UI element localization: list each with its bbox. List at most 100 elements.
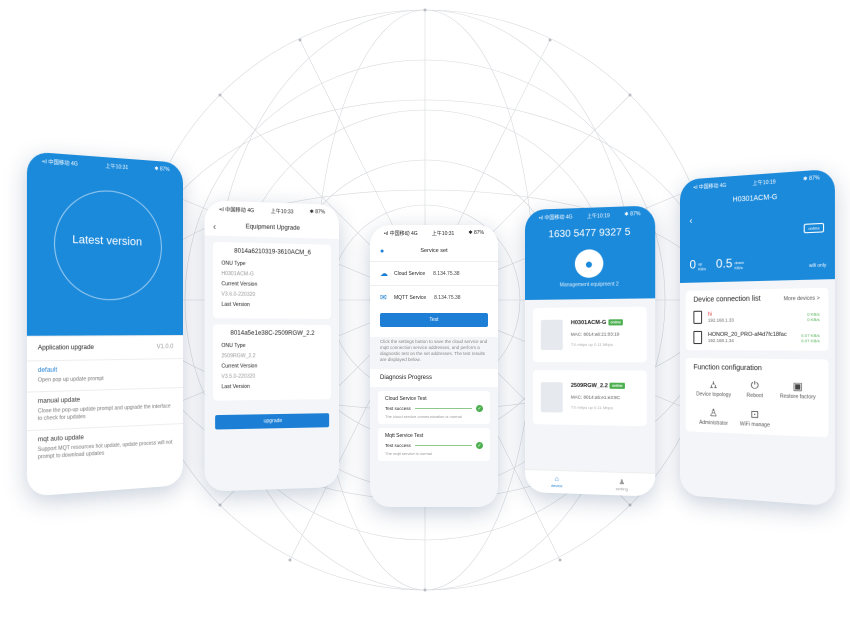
unit-bottom: KB/s [698, 266, 706, 271]
wifi-manage-icon: ⊡ [751, 409, 760, 422]
function-label: Restore factory [780, 393, 816, 400]
application-upgrade-row[interactable]: Application upgrade V1.0.0 [27, 335, 183, 360]
test-button[interactable]: Test [380, 313, 488, 327]
client-ip: 192.168.1.33 [708, 318, 734, 323]
connection-title: Device connection list [693, 295, 760, 303]
device-name: 2509RGW_2.2 [571, 383, 608, 389]
more-devices-link[interactable]: More devices > [784, 295, 820, 302]
tab-label: device [551, 483, 563, 488]
back-icon[interactable]: ‹ [213, 221, 216, 231]
status-carrier: •ıl 中国移动 4G [42, 157, 78, 167]
user-icon[interactable]: ● [380, 248, 384, 255]
account-header: •ıl 中国移动 4G 上午10:19 ✱ 87% 1630 5477 9327… [525, 205, 655, 300]
service-ip: 8.134.75.38 [434, 295, 460, 301]
rate-down: 0.07 KB/s [801, 338, 820, 343]
cloud-icon: ☁ [380, 269, 394, 278]
application-upgrade-label: Application upgrade [38, 345, 94, 352]
phone-device-detail: •ıl 中国移动 4G 上午10:19 ✱ 87% H0301ACM-G ‹ o… [680, 169, 835, 507]
status-time: 上午10:19 [587, 212, 610, 220]
check-icon: ✓ [476, 442, 483, 449]
onu-type-label: ONU Type [221, 343, 323, 349]
device-name: 8014a5e1e38C-2509RGW_2.2 [221, 331, 323, 337]
page-title: Equipment Upgrade [246, 224, 300, 232]
rate-down: 0 KB/s [807, 316, 820, 321]
device-mac: MAC: 8014:a6:21:03:19 [571, 332, 619, 337]
option-title: default [38, 365, 174, 374]
unit-bottom: KB/s [734, 265, 742, 270]
person-icon: ♟ [619, 477, 625, 485]
phone-icon [693, 331, 702, 344]
onu-type-label: ONU Type [221, 261, 323, 269]
status-time: 上午10:19 [753, 178, 776, 187]
device-mac: MAC: 8014:a5:e1:e3:8C [571, 394, 620, 400]
status-battery: ✱ 87% [468, 230, 484, 236]
status-battery: ✱ 87% [154, 166, 169, 173]
onu-type-value: 2509RGW_2.2 [221, 353, 323, 359]
admin-icon: ♙ [709, 408, 718, 420]
mail-icon: ✉ [380, 293, 394, 302]
function-reboot[interactable]: ⏻ Reboot [734, 380, 776, 400]
client-row[interactable]: hi 192.168.1.33 0 KB/s 0 KB/s [693, 309, 819, 324]
function-label: Device topology [696, 391, 731, 398]
function-administrator[interactable]: ♙ Administrator [693, 407, 734, 427]
current-version-label: Current Version [221, 363, 323, 370]
phone-device-list: •ıl 中国移动 4G 上午10:19 ✱ 87% 1630 5477 9327… [525, 205, 655, 496]
current-version-value: V3.5.0-220320 [221, 373, 323, 380]
status-time: 上午10:33 [271, 207, 294, 215]
device-card: 8014a6210319-3610ACM_6 ONU Type H0301ACM… [213, 242, 331, 319]
function-device-topology[interactable]: ⛼ Device topology [693, 379, 734, 398]
hero-header: •ıl 中国移动 4G 上午10:31 ✱ 87% Latest version [27, 151, 183, 335]
client-info: HONOR_20_PRO-af4d7fc18fac 192.168.1.34 [708, 332, 787, 344]
function-wifi-manage[interactable]: ⊡ WiFi manage [734, 409, 776, 429]
client-ip: 192.168.1.34 [708, 338, 787, 343]
account-number: 1630 5477 9327 5 [525, 226, 655, 241]
client-info: hi 192.168.1.33 [708, 311, 734, 322]
option-mqt-auto-update[interactable]: mqt auto update Support MQT resources ho… [27, 423, 183, 469]
option-desc: Open pop up update prompt [38, 374, 174, 385]
cloud-service-row[interactable]: ☁ Cloud Service 8.134.75.38 [370, 261, 498, 285]
back-icon[interactable]: ‹ [690, 215, 693, 225]
online-badge: online [608, 319, 623, 325]
tab-setting[interactable]: ♟ setting [589, 472, 655, 497]
test-result: Test success [385, 406, 411, 411]
device-name: H0301ACM-G [571, 320, 606, 326]
router-image [541, 382, 563, 412]
status-carrier: •ıl 中国移动 4G [693, 181, 726, 190]
nav-bar: ‹ Equipment Upgrade [205, 217, 339, 239]
test-result-row: Test success ✓ [385, 405, 483, 412]
traffic-stats: 0 up KB/s 0.5 down KB/s wifi only [690, 253, 827, 272]
mqtt-service-row[interactable]: ✉ MQTT Service 8.134.75.38 [370, 285, 498, 309]
device-header: •ıl 中国移动 4G 上午10:19 ✱ 87% H0301ACM-G ‹ o… [680, 169, 835, 283]
test-card-cloud: Cloud Service Test Test success ✓ The cl… [378, 391, 490, 424]
device-rate: TX-mbps up 0.11 Mbps [571, 405, 613, 411]
device-card[interactable]: 2509RGW_2.2 online MAC: 8014:a5:e1:e3:8C … [533, 370, 647, 426]
service-hint: Click the settings button to save the cl… [370, 337, 498, 365]
test-result: Test success [385, 443, 411, 448]
status-time: 上午10:31 [432, 230, 455, 237]
reboot-icon: ⏻ [751, 380, 759, 393]
option-default[interactable]: default Open pop up update prompt [27, 358, 183, 392]
upgrade-button[interactable]: upgrade [215, 413, 329, 429]
service-ip: 8.134.75.38 [433, 271, 459, 277]
client-row[interactable]: HONOR_20_PRO-af4d7fc18fac 192.168.1.34 0… [693, 331, 819, 345]
status-time: 上午10:31 [105, 162, 128, 171]
function-restore-factory[interactable]: ▣ Restore factory [776, 381, 820, 401]
download-unit: down KB/s [734, 260, 744, 271]
app-version: V1.0.0 [157, 344, 174, 350]
option-desc: Support MQT resources hot update, update… [38, 440, 174, 462]
onu-type-value: H0301ACM-G [221, 271, 323, 279]
service-name: Cloud Service [394, 271, 425, 277]
status-bar: •ıl 中国移动 4G 上午10:19 ✱ 87% [525, 205, 655, 226]
router-image [541, 320, 563, 350]
avatar-icon[interactable]: ● [575, 249, 603, 278]
device-name: 8014a6210319-3610ACM_6 [221, 248, 323, 256]
device-card[interactable]: H0301ACM-G online MAC: 8014:a6:21:03:19 T… [533, 307, 647, 363]
progress-line [415, 408, 472, 409]
online-badge: online [804, 223, 824, 234]
function-title: Function configuration [693, 364, 761, 372]
check-icon: ✓ [476, 405, 483, 412]
nav-bar: ● Service set [370, 241, 498, 261]
service-header: •ıl 中国移动 4G 上午10:31 ✱ 87% ● Service set … [370, 225, 498, 337]
function-header: Function configuration [693, 364, 819, 373]
tab-device[interactable]: ⌂ device [525, 470, 589, 494]
